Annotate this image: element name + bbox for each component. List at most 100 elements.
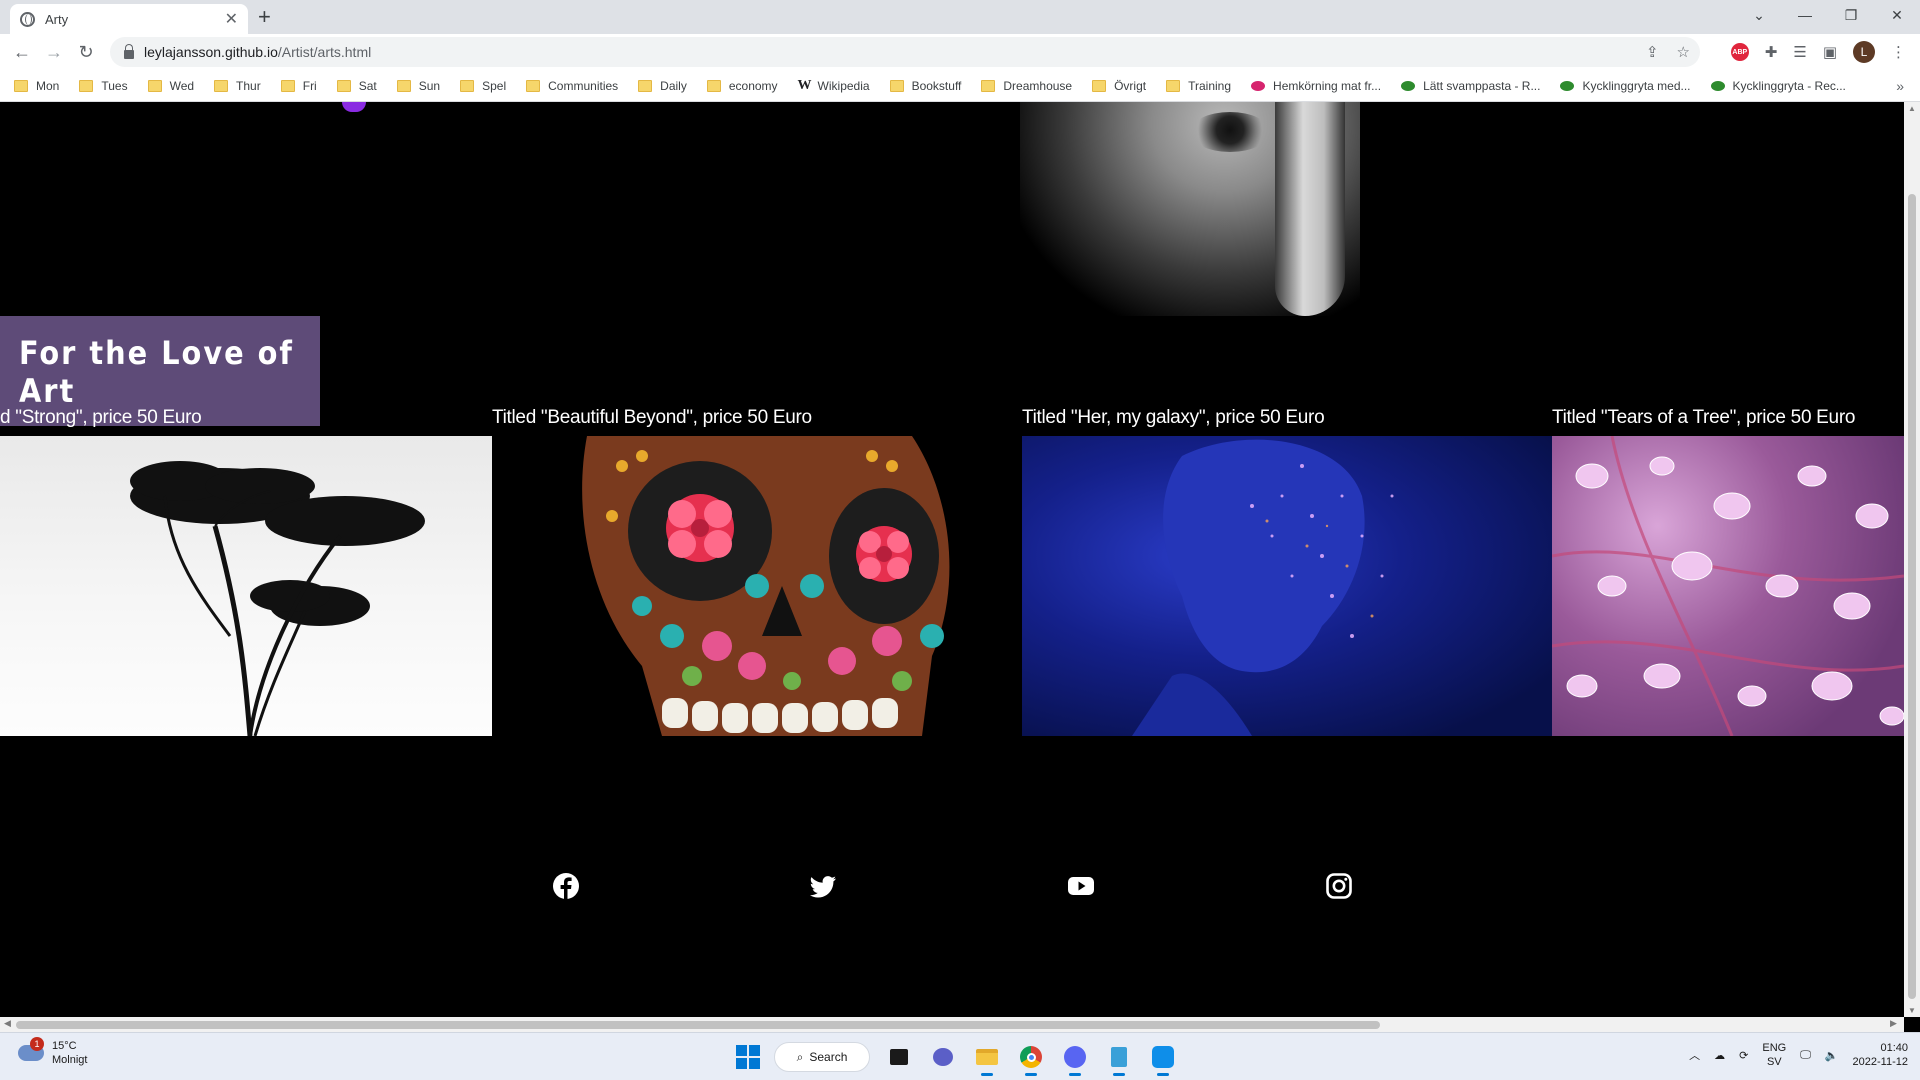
reload-button[interactable]: ↻ xyxy=(70,36,102,68)
instagram-icon[interactable] xyxy=(1325,872,1353,900)
share-icon[interactable]: ⇪ xyxy=(1646,43,1659,61)
file-explorer-icon[interactable] xyxy=(972,1042,1002,1076)
bookmarks-bar: Mon Tues Wed Thur Fri Sat Sun Spel Communities Da… xyxy=(0,70,1920,102)
sugar-skull-image[interactable] xyxy=(492,436,1022,736)
bookmark-label: Wikipedia xyxy=(817,78,870,93)
notepad-icon[interactable] xyxy=(1104,1042,1134,1076)
bookmark-item[interactable]: Communities xyxy=(526,79,618,93)
side-panel-icon[interactable]: ▣ xyxy=(1823,43,1837,61)
folder-icon xyxy=(638,79,653,92)
bookmark-label: Fri xyxy=(302,78,317,93)
menu-dots-icon[interactable]: ⋮ xyxy=(1891,43,1906,61)
bookmark-label: Kycklinggryta med... xyxy=(1582,78,1691,93)
artwork-caption: Titled "Beautiful Beyond", price 50 Euro xyxy=(492,407,812,428)
bookmarks-overflow-icon[interactable]: » xyxy=(1896,78,1904,94)
bookmark-label: Kycklinggryta - Rec... xyxy=(1732,78,1846,93)
extensions-puzzle-icon[interactable]: ✚ xyxy=(1765,43,1778,61)
close-tab-icon[interactable]: ✕ xyxy=(225,9,238,29)
profile-avatar[interactable]: L xyxy=(1853,41,1875,63)
site-icon xyxy=(1560,80,1575,91)
bookmark-item[interactable]: W Wikipedia xyxy=(798,78,870,94)
scroll-down-arrow[interactable]: ▼ xyxy=(1908,1006,1916,1015)
teamviewer-icon[interactable] xyxy=(1148,1042,1178,1076)
bookmark-item[interactable]: Tues xyxy=(79,79,128,93)
minimize-button[interactable]: — xyxy=(1782,0,1828,30)
horizontal-scrollbar[interactable]: ◀ ▶ xyxy=(0,1017,1904,1032)
restore-button[interactable]: ❐ xyxy=(1828,0,1874,30)
notification-badge: 1 xyxy=(30,1037,44,1051)
bookmark-item[interactable]: economy xyxy=(706,79,778,93)
section-title: For the Love of Art xyxy=(19,334,294,410)
folder-icon xyxy=(1092,79,1107,92)
bookmark-label: Daily xyxy=(660,78,687,93)
bookmark-item[interactable]: Övrigt xyxy=(1092,79,1146,93)
new-tab-button[interactable]: + xyxy=(258,4,271,30)
discord-icon[interactable] xyxy=(1060,1042,1090,1076)
clock[interactable]: 01:40 2022-11-12 xyxy=(1853,1041,1908,1069)
url-text[interactable]: leylajansson.github.io/Artist/arts.html xyxy=(144,44,371,60)
bookmark-item[interactable]: Lätt svamppasta - R... xyxy=(1401,79,1540,93)
folder-icon xyxy=(336,79,351,92)
globe-icon xyxy=(20,11,35,27)
language-indicator[interactable]: ENG SV xyxy=(1762,1041,1786,1069)
taskbar-search[interactable]: ⌕ Search xyxy=(774,1042,870,1072)
windows-start-icon[interactable] xyxy=(736,1045,760,1069)
clock-time: 01:40 xyxy=(1880,1042,1908,1054)
bookmark-item[interactable]: Hemkörning mat fr... xyxy=(1251,79,1381,93)
weather-widget[interactable]: 1 15°C Molnigt xyxy=(18,1037,88,1067)
horizontal-scroll-thumb[interactable] xyxy=(16,1021,1380,1029)
browser-tab[interactable]: Arty ✕ xyxy=(10,4,248,34)
bookmark-label: Thur xyxy=(236,78,261,93)
adblock-plus-icon[interactable]: ABP xyxy=(1730,43,1749,61)
galaxy-face-image[interactable] xyxy=(1022,436,1552,736)
scroll-right-arrow[interactable]: ▶ xyxy=(1890,1018,1897,1029)
scroll-left-arrow[interactable]: ◀ xyxy=(4,1018,11,1029)
network-icon[interactable]: 🖵 xyxy=(1800,1049,1811,1062)
bookmark-item[interactable]: Sun xyxy=(396,79,440,93)
volume-icon[interactable]: 🔈 xyxy=(1825,1049,1839,1062)
bookmark-item[interactable]: Mon xyxy=(14,79,59,93)
media-queue-icon[interactable]: ☰ xyxy=(1793,43,1806,61)
leaf-drops-image[interactable] xyxy=(1552,436,1904,736)
tree-image[interactable] xyxy=(0,436,492,736)
bookmark-item[interactable]: Training xyxy=(1166,79,1231,93)
lock-icon[interactable] xyxy=(124,43,134,59)
vertical-scroll-thumb[interactable] xyxy=(1908,194,1916,999)
cloud-icon: 1 xyxy=(18,1037,44,1061)
forward-button[interactable]: → xyxy=(38,36,70,68)
bookmark-label: Spel xyxy=(482,78,507,93)
folder-icon xyxy=(706,79,721,92)
search-icon: ⌕ xyxy=(796,1049,804,1064)
bookmark-item[interactable]: Thur xyxy=(214,79,261,93)
address-bar[interactable]: leylajansson.github.io/Artist/arts.html … xyxy=(110,37,1700,67)
teams-chat-icon[interactable] xyxy=(928,1042,958,1072)
onedrive-icon[interactable]: ☁ xyxy=(1714,1049,1725,1062)
youtube-icon[interactable] xyxy=(1067,872,1095,900)
bookmark-item[interactable]: Fri xyxy=(280,78,317,93)
taskbar-apps: ⌕ Search xyxy=(736,1039,1178,1076)
chrome-icon[interactable] xyxy=(1016,1042,1046,1076)
bookmark-item[interactable]: Bookstuff xyxy=(889,79,961,93)
bookmark-item[interactable]: Spel xyxy=(460,79,506,93)
tab-search-icon[interactable]: ⌄ xyxy=(1736,0,1782,30)
art-gallery xyxy=(0,436,1904,736)
facebook-icon[interactable] xyxy=(552,872,580,900)
clock-date: 2022-11-12 xyxy=(1852,1056,1908,1068)
twitter-icon[interactable] xyxy=(809,872,837,900)
scroll-up-arrow[interactable]: ▲ xyxy=(1908,104,1916,113)
vertical-scrollbar[interactable]: ▲ ▼ xyxy=(1904,102,1920,1017)
bookmark-item[interactable]: Wed xyxy=(147,79,194,93)
bookmark-item[interactable]: Kycklinggryta med... xyxy=(1560,78,1691,93)
bookmark-star-icon[interactable]: ☆ xyxy=(1677,43,1690,61)
close-window-button[interactable]: ✕ xyxy=(1874,0,1920,30)
task-view-icon[interactable] xyxy=(884,1042,914,1072)
weather-condition: Molnigt xyxy=(52,1054,88,1066)
back-button[interactable]: ← xyxy=(6,36,38,68)
sync-icon[interactable]: ⟳ xyxy=(1739,1049,1748,1062)
bookmark-item[interactable]: Dreamhouse xyxy=(981,79,1072,93)
tray-chevron-icon[interactable]: ︿ xyxy=(1689,1047,1700,1063)
bookmark-item[interactable]: Sat xyxy=(336,79,377,93)
bookmark-item[interactable]: Daily xyxy=(638,79,687,93)
bookmark-item[interactable]: Kycklinggryta - Rec... xyxy=(1710,78,1846,93)
weather-temperature: 15°C xyxy=(52,1040,77,1052)
